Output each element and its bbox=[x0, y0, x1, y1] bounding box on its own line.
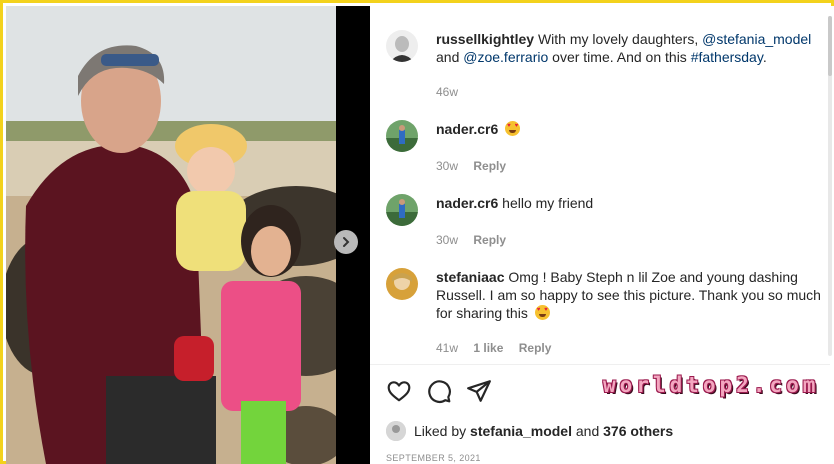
caption-part: With my lovely daughters, bbox=[537, 31, 703, 47]
caption-part: . bbox=[762, 49, 767, 65]
heart-eyes-emoji bbox=[505, 121, 521, 136]
comment-meta: 30w Reply bbox=[436, 159, 518, 173]
comment-username[interactable]: nader.cr6 bbox=[436, 121, 498, 137]
comment-icon bbox=[428, 380, 451, 403]
avatar[interactable] bbox=[386, 30, 418, 62]
divider bbox=[370, 364, 830, 365]
screenshot-frame: russellkightley With my lovely daughters… bbox=[0, 0, 834, 464]
avatar[interactable] bbox=[386, 194, 418, 226]
like-button[interactable] bbox=[386, 378, 412, 404]
reply-button[interactable]: Reply bbox=[473, 233, 506, 247]
reply-button[interactable]: Reply bbox=[473, 159, 506, 173]
caption-part: and bbox=[436, 49, 464, 65]
reply-button[interactable]: Reply bbox=[519, 341, 552, 355]
avatar[interactable] bbox=[386, 421, 406, 441]
timestamp[interactable]: 30w bbox=[436, 159, 458, 173]
comment-text: stefaniaac Omg ! Baby Steph n lil Zoe an… bbox=[436, 268, 826, 322]
liked-by-prefix: Liked by bbox=[414, 423, 467, 439]
comment-likes[interactable]: 1 like bbox=[473, 341, 503, 355]
watermark: worldtop2.com bbox=[603, 373, 820, 397]
caption-text: russellkightley With my lovely daughters… bbox=[436, 30, 826, 66]
caption-username[interactable]: russellkightley bbox=[436, 31, 534, 47]
comment-button[interactable] bbox=[426, 378, 452, 404]
timestamp[interactable]: 30w bbox=[436, 233, 458, 247]
liked-by-mid: and bbox=[575, 423, 600, 439]
timestamp[interactable]: 46w bbox=[436, 85, 458, 99]
next-arrow-icon bbox=[343, 237, 350, 247]
timestamp[interactable]: 41w bbox=[436, 341, 458, 355]
comment-username[interactable]: nader.cr6 bbox=[436, 195, 498, 211]
mention-link[interactable]: @stefania_model bbox=[702, 31, 811, 47]
comment-text: nader.cr6 hello my friend bbox=[436, 194, 826, 212]
post-photo[interactable] bbox=[6, 6, 336, 464]
hashtag-link[interactable]: #fathersday bbox=[691, 49, 763, 65]
scrollbar-thumb[interactable] bbox=[828, 16, 832, 76]
comment-meta: 41w 1 like Reply bbox=[436, 341, 563, 355]
heart-icon bbox=[387, 381, 411, 402]
caption-meta: 46w bbox=[436, 85, 470, 99]
comment-username[interactable]: stefaniaac bbox=[436, 269, 504, 285]
liked-by-others[interactable]: 376 others bbox=[603, 423, 673, 439]
family-beach-photo bbox=[6, 6, 336, 464]
liked-by-user[interactable]: stefania_model bbox=[470, 423, 572, 439]
avatar[interactable] bbox=[386, 268, 418, 300]
comment-text: nader.cr6 bbox=[436, 120, 826, 138]
post-date[interactable]: SEPTEMBER 5, 2021 bbox=[386, 453, 481, 463]
heart-eyes-emoji bbox=[534, 305, 550, 320]
comment-body: hello my friend bbox=[502, 195, 594, 211]
action-bar bbox=[386, 378, 492, 404]
next-photo-button[interactable] bbox=[334, 230, 358, 254]
mention-link[interactable]: @zoe.ferrario bbox=[463, 49, 548, 65]
caption-part: over time. And on this bbox=[548, 49, 691, 65]
avatar[interactable] bbox=[386, 120, 418, 152]
share-icon bbox=[467, 380, 491, 402]
comment-meta: 30w Reply bbox=[436, 233, 518, 247]
liked-by: Liked by stefania_model and 376 others bbox=[386, 420, 673, 442]
share-button[interactable] bbox=[466, 378, 492, 404]
